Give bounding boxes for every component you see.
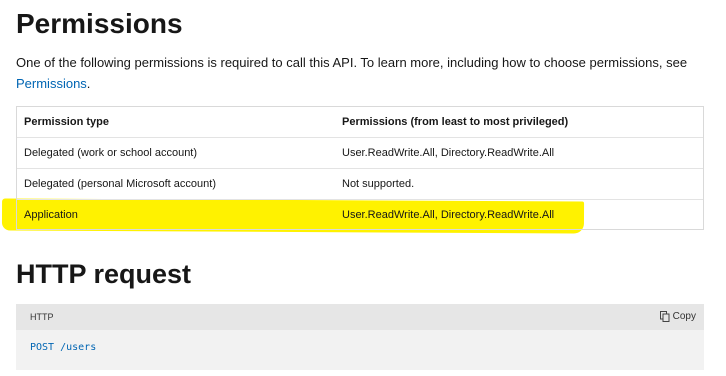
header-permissions: Permissions (from least to most privileg… — [342, 116, 569, 128]
row-permission-type: Delegated (work or school account) — [24, 147, 198, 159]
copy-label: Copy — [672, 311, 696, 322]
intro-text: One of the following permissions is requ… — [16, 55, 688, 70]
permissions-table: Permission type Permissions (from least … — [16, 106, 704, 230]
table-header-row: Permission type Permissions (from least … — [17, 107, 703, 138]
row-permissions: User.ReadWrite.All, Directory.ReadWrite.… — [342, 209, 555, 221]
code-language-label: HTTP — [30, 312, 54, 322]
permissions-heading: Permissions — [16, 8, 183, 39]
permissions-link[interactable]: Permissions — [16, 76, 87, 91]
row-permissions: User.ReadWrite.All, Directory.ReadWrite.… — [342, 147, 555, 159]
row-permission-type: Delegated (personal Microsoft account) — [24, 178, 216, 190]
code-line: POST /users — [30, 342, 97, 353]
copy-icon — [659, 310, 670, 322]
row-permission-type: Application — [24, 209, 78, 221]
table-row: Delegated (work or school account) User.… — [17, 138, 703, 169]
header-permission-type: Permission type — [24, 116, 109, 128]
code-header: HTTP Copy — [16, 304, 704, 330]
row-permissions: Not supported. — [342, 178, 415, 190]
http-request-heading: HTTP request — [16, 259, 192, 289]
intro-end: . — [86, 76, 91, 91]
code-block: HTTP Copy POST /users — [16, 304, 704, 370]
page: Permissions One of the following permiss… — [0, 0, 726, 376]
copy-button[interactable]: Copy — [659, 304, 696, 330]
table-row: Delegated (personal Microsoft account) N… — [17, 169, 703, 200]
table-row: Application User.ReadWrite.All, Director… — [17, 200, 703, 231]
permissions-intro: One of the following permissions is requ… — [16, 52, 716, 94]
